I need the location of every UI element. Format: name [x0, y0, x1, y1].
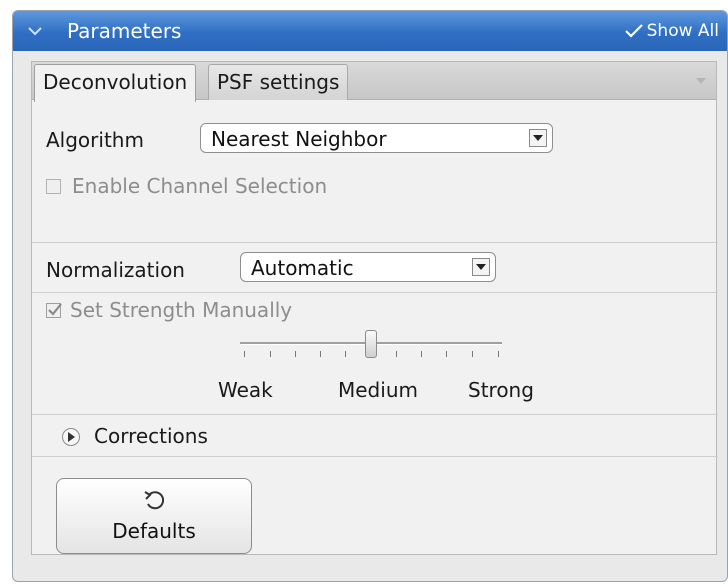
defaults-label: Defaults	[112, 519, 196, 543]
panel-titlebar[interactable]: Parameters Show All	[13, 11, 727, 51]
slider-tick	[396, 351, 397, 357]
parameters-panel: Parameters Show All Deconvolution PSF se…	[12, 10, 728, 582]
section-divider	[32, 414, 718, 415]
normalization-select[interactable]: Automatic	[240, 252, 496, 282]
slider-label-medium: Medium	[338, 378, 418, 402]
defaults-button[interactable]: Defaults	[56, 478, 252, 554]
normalization-label: Normalization	[46, 258, 185, 282]
algorithm-label: Algorithm	[46, 128, 144, 152]
slider-tick	[345, 351, 346, 357]
normalization-value: Automatic	[251, 256, 354, 280]
collapse-chevron-icon[interactable]	[27, 23, 43, 39]
section-divider	[32, 292, 718, 293]
tab-list-dropdown-icon[interactable]	[694, 74, 708, 88]
tab-label: PSF settings	[217, 70, 340, 94]
algorithm-value: Nearest Neighbor	[211, 127, 387, 151]
expand-arrow-icon[interactable]	[62, 428, 80, 446]
set-strength-manually-label: Set Strength Manually	[70, 298, 293, 322]
slider-tick	[295, 351, 296, 357]
strength-slider-thumb[interactable]	[365, 330, 377, 358]
slider-tick	[498, 351, 499, 357]
slider-tick	[421, 351, 422, 357]
section-divider	[32, 242, 718, 243]
tab-psf-settings[interactable]: PSF settings	[208, 64, 349, 100]
corrections-label[interactable]: Corrections	[94, 424, 208, 448]
slider-tick	[446, 351, 447, 357]
section-divider	[32, 456, 718, 457]
tab-strip: Deconvolution PSF settings	[32, 62, 716, 102]
undo-icon	[144, 491, 165, 510]
slider-tick	[472, 351, 473, 357]
tab-label: Deconvolution	[43, 70, 188, 94]
tab-deconvolution[interactable]: Deconvolution	[34, 64, 197, 102]
checkmark-icon	[624, 24, 643, 38]
enable-channel-selection-checkbox[interactable]	[46, 179, 61, 194]
dropdown-arrow-icon	[529, 129, 547, 147]
checkmark-icon	[48, 303, 62, 316]
show-all-label: Show All	[646, 21, 719, 41]
algorithm-select[interactable]: Nearest Neighbor	[200, 123, 553, 153]
show-all-toggle[interactable]: Show All	[624, 21, 719, 41]
tab-content: Deconvolution PSF settings Algorithm Nea…	[31, 61, 718, 555]
slider-tick	[270, 351, 271, 357]
dropdown-arrow-icon	[472, 258, 490, 276]
set-strength-manually-checkbox[interactable]	[46, 303, 62, 318]
enable-channel-selection-label: Enable Channel Selection	[72, 174, 328, 198]
slider-tick	[244, 351, 245, 357]
slider-tick	[320, 351, 321, 357]
slider-label-weak: Weak	[218, 378, 273, 402]
panel-title: Parameters	[67, 19, 182, 43]
slider-label-strong: Strong	[468, 378, 534, 402]
